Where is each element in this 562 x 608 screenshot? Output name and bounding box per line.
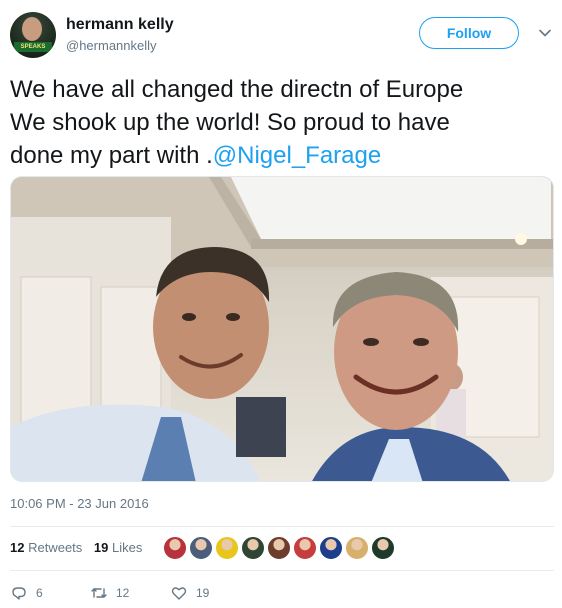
retweets-count: 12	[10, 540, 25, 555]
liker-avatar[interactable]	[293, 536, 317, 560]
like-action[interactable]: 19	[170, 583, 209, 603]
liker-avatar[interactable]	[189, 536, 213, 560]
likes-label: Likes	[112, 540, 143, 555]
retweet-icon	[91, 588, 107, 598]
mention-link[interactable]: @Nigel_Farage	[213, 142, 381, 169]
author-screen-name[interactable]: @hermannkelly	[66, 38, 157, 53]
retweets-label: Retweets	[28, 540, 83, 555]
author-display-name[interactable]: hermann kelly	[66, 16, 174, 34]
tweet-card: SPEAKS hermann kelly @hermannkelly Follo…	[0, 0, 562, 608]
liker-avatar[interactable]	[319, 536, 343, 560]
tweet-timestamp[interactable]: 10:06 PM - 23 Jun 2016	[10, 496, 149, 511]
photo-image	[11, 177, 553, 481]
tweet-text: We have all changed the directn of Europ…	[10, 73, 550, 172]
author-avatar[interactable]: SPEAKS	[10, 12, 56, 58]
divider-bottom	[10, 570, 554, 571]
liker-avatar[interactable]	[241, 536, 265, 560]
liker-avatar[interactable]	[267, 536, 291, 560]
retweet-count: 12	[116, 586, 130, 600]
tweet-text-line-2: We shook up the world! So proud to have	[10, 109, 450, 136]
like-count: 19	[196, 586, 210, 600]
reply-icon	[12, 587, 26, 600]
likes-count: 19	[93, 540, 109, 555]
retweets-stat[interactable]: 12 Retweets	[10, 540, 82, 555]
avatar-face	[22, 17, 42, 41]
liker-avatar[interactable]	[345, 536, 369, 560]
chevron-down-icon[interactable]	[538, 26, 552, 40]
engagement-stats: 12 Retweets 19 Likes	[10, 540, 150, 555]
liker-avatar[interactable]	[163, 536, 187, 560]
retweet-action[interactable]: 12	[90, 583, 129, 603]
liker-avatar[interactable]	[371, 536, 395, 560]
avatar-banner: SPEAKS	[14, 42, 52, 52]
reply-action[interactable]: 6	[10, 583, 43, 603]
liker-avatar[interactable]	[215, 536, 239, 560]
tweet-text-line-1: We have all changed the directn of Europ…	[10, 76, 464, 103]
likes-stat[interactable]: 19 Likes	[94, 540, 142, 555]
reply-count: 6	[36, 586, 43, 600]
divider-top	[10, 526, 554, 527]
tweet-text-line-3: done my part with .	[10, 142, 213, 169]
tweet-photo[interactable]	[10, 176, 554, 482]
heart-icon	[171, 587, 187, 600]
follow-button[interactable]: Follow	[419, 17, 519, 49]
